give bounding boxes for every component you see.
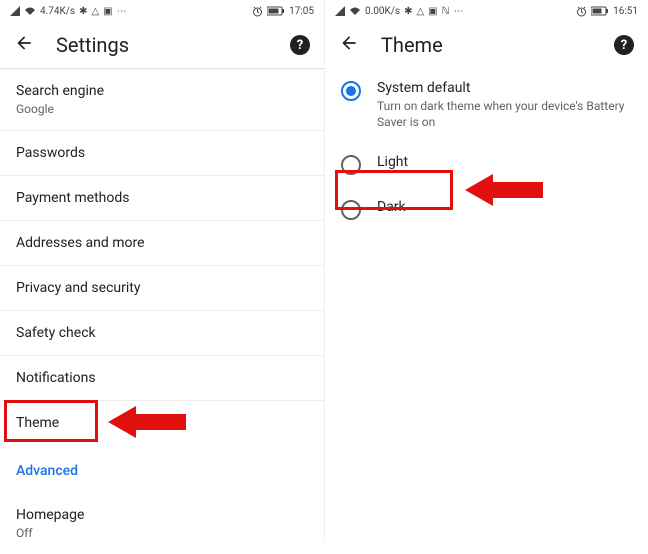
row-notifications[interactable]: Notifications [0,356,324,401]
help-icon[interactable]: ? [290,35,310,55]
alarm-icon [252,6,263,17]
settings-header: Settings ? [0,22,324,68]
clock: 16:51 [613,6,638,17]
option-light[interactable]: Light [325,142,648,187]
settings-screen: 4.74K/s ✱ △ ▣ ⋯ 17:05 Settings ? Search … [0,0,324,541]
row-safety-check[interactable]: Safety check [0,311,324,356]
page-title: Settings [56,33,129,57]
row-label: Safety check [16,325,308,341]
row-label: Privacy and security [16,280,308,296]
back-icon[interactable] [339,33,359,57]
option-label: Light [377,154,408,170]
net-speed: 4.74K/s [40,6,75,17]
row-sub: Off [16,526,308,540]
theme-options: System default Turn on dark theme when y… [325,68,648,232]
row-sub: Google [16,102,308,116]
signal-icon [10,6,20,16]
dnd-icon: ▣ [428,6,437,17]
row-theme[interactable]: Theme [0,401,324,449]
row-addresses[interactable]: Addresses and more [0,221,324,266]
bluetooth-icon: ✱ [79,6,87,17]
option-dark[interactable]: Dark [325,187,648,232]
more-icon: ⋯ [454,6,464,17]
theme-screen: 0.00K/s ✱ △ ▣ ℕ ⋯ 16:51 Theme ? Syste [324,0,648,541]
signal-icon [335,6,345,16]
page-title: Theme [381,33,443,57]
row-passwords[interactable]: Passwords [0,131,324,176]
warning-icon: △ [91,6,99,17]
row-label: Passwords [16,145,308,161]
option-label: System default [377,80,632,96]
battery-icon [591,6,609,16]
status-bar: 4.74K/s ✱ △ ▣ ⋯ 17:05 [0,0,324,22]
advanced-link[interactable]: Advanced [0,449,324,493]
row-search-engine[interactable]: Search engine Google [0,69,324,131]
option-label: Dark [377,199,406,215]
warning-icon: △ [416,6,424,17]
nfc-icon: ℕ [442,6,450,17]
row-label: Addresses and more [16,235,308,251]
row-label: Search engine [16,83,308,99]
alarm-icon [576,6,587,17]
more-icon: ⋯ [117,6,127,17]
radio-icon [341,155,361,175]
net-speed: 0.00K/s [365,6,400,17]
theme-header: Theme ? [325,22,648,68]
back-icon[interactable] [14,33,34,57]
radio-icon [341,81,361,101]
row-homepage[interactable]: Homepage Off [0,493,324,554]
wifi-icon [24,6,36,16]
row-label: Payment methods [16,190,308,206]
option-system-default[interactable]: System default Turn on dark theme when y… [325,68,648,142]
clock: 17:05 [289,6,314,17]
row-payment-methods[interactable]: Payment methods [0,176,324,221]
row-label: Homepage [16,507,308,523]
battery-icon [267,6,285,16]
bluetooth-icon: ✱ [404,6,412,17]
help-icon[interactable]: ? [614,35,634,55]
settings-list: Search engine Google Passwords Payment m… [0,69,324,554]
row-privacy[interactable]: Privacy and security [0,266,324,311]
row-label: Theme [16,415,308,431]
radio-icon [341,200,361,220]
option-sub: Turn on dark theme when your device's Ba… [377,99,632,130]
dnd-icon: ▣ [103,6,112,17]
wifi-icon [349,6,361,16]
status-bar: 0.00K/s ✱ △ ▣ ℕ ⋯ 16:51 [325,0,648,22]
row-label: Notifications [16,370,308,386]
